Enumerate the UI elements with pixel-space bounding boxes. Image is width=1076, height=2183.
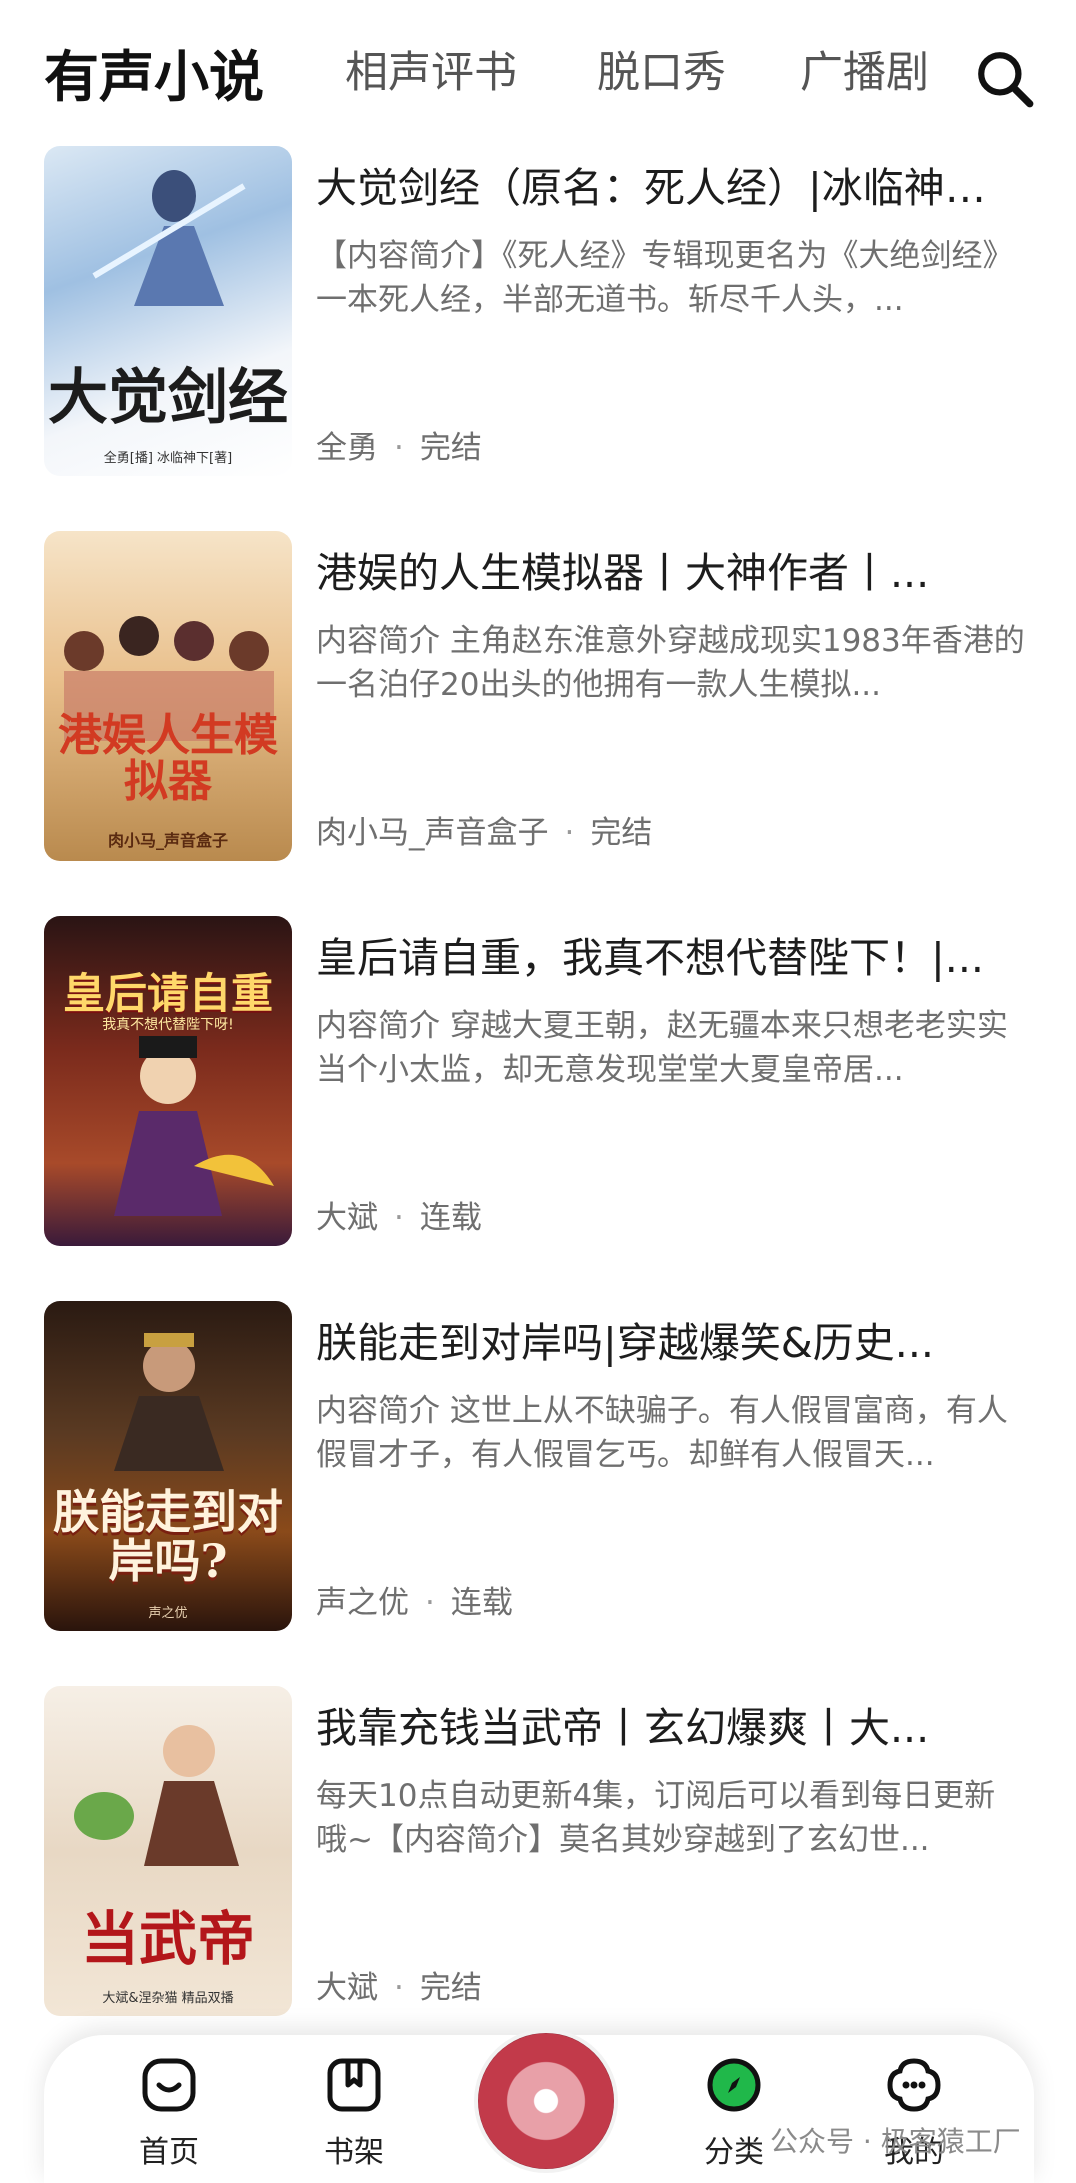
book-title[interactable]: 朕能走到对岸吗|穿越爆笑&历史... bbox=[316, 1309, 1026, 1369]
book-title[interactable]: 大觉剑经（原名：死人经）|冰临神下著|... bbox=[316, 154, 1026, 214]
book-narrator: 大斌 bbox=[316, 1200, 378, 1236]
book-status: 完结 bbox=[590, 815, 653, 851]
tab-audio-novel[interactable]: 有声小说 bbox=[44, 32, 264, 112]
tab-talk-show[interactable]: 脱口秀 bbox=[597, 38, 726, 100]
cover-credit: 声之优 bbox=[148, 1606, 188, 1621]
book-cover[interactable]: 大觉剑经 全勇[播] 冰临神下[著] bbox=[44, 146, 292, 476]
nav-home-label: 首页 bbox=[139, 2135, 199, 2170]
book-status: 完结 bbox=[419, 430, 482, 466]
now-playing-disc[interactable] bbox=[474, 2029, 618, 2173]
cover-title: 港娱人生模拟器 bbox=[58, 709, 278, 807]
tab-crosstalk[interactable]: 相声评书 bbox=[345, 38, 517, 100]
bookshelf-icon bbox=[327, 2058, 381, 2112]
separator-dot: · bbox=[564, 815, 575, 851]
nav-shelf[interactable]: 书架 bbox=[294, 2055, 414, 2171]
book-status: 连载 bbox=[419, 1200, 482, 1236]
book-description: 【内容简介】《死人经》专辑现更名为《大绝剑经》一本死人经，半部无道书。斩尽千人头… bbox=[316, 238, 1014, 318]
book-status: 连载 bbox=[450, 1585, 513, 1621]
book-cover[interactable]: 港娱人生模拟器 肉小马_声音盒子 bbox=[44, 531, 292, 861]
book-meta: 肉小马_声音盒子 · 完结 bbox=[316, 807, 652, 852]
separator-dot: · bbox=[425, 1585, 435, 1621]
separator-dot: · bbox=[394, 430, 404, 466]
cover-title: 朕能走到对岸吗? bbox=[53, 1485, 283, 1588]
cover-title: 大觉剑经 bbox=[48, 363, 288, 433]
book-description: 内容简介 主角赵东淮意外穿越成现实1983年香港的一名泊仔20出头的他拥有一款人… bbox=[316, 623, 1025, 703]
book-narrator: 声之优 bbox=[316, 1585, 409, 1621]
book-status: 完结 bbox=[419, 1970, 482, 2006]
book-cover[interactable]: 当武帝 大斌&涅杂猫 精品双播 bbox=[44, 1686, 292, 2016]
profile-icon bbox=[887, 2058, 941, 2112]
search-icon[interactable] bbox=[974, 48, 1036, 110]
watermark-text: 公众号 · 极客猿工厂 bbox=[770, 2125, 1021, 2158]
book-meta: 大斌 · 完结 bbox=[316, 1962, 482, 2007]
book-description: 每天10点自动更新4集，订阅后可以看到每日更新哦~【内容简介】莫名其妙穿越到了玄… bbox=[316, 1778, 996, 1858]
book-title[interactable]: 皇后请自重，我真不想代替陛下！|... bbox=[316, 924, 1026, 984]
book-item[interactable]: 大觉剑经 全勇[播] 冰临神下[著] 大觉剑经（原名：死人经）|冰临神下著|..… bbox=[0, 140, 1076, 525]
cover-title: 皇后请自重 bbox=[62, 968, 273, 1018]
book-item[interactable]: 当武帝 大斌&涅杂猫 精品双播 我靠充钱当武帝丨玄幻爆爽丨大... 每天10点自… bbox=[0, 1680, 1076, 2065]
separator-dot: · bbox=[394, 1200, 404, 1236]
home-icon bbox=[142, 2058, 196, 2112]
book-description: 内容简介 穿越大夏王朝，赵无疆本来只想老老实实当个小太监，却无意发现堂堂大夏皇帝… bbox=[316, 1008, 1008, 1088]
cover-credit: 大斌&涅杂猫 精品双播 bbox=[102, 1991, 234, 2006]
book-meta: 大斌 · 连载 bbox=[316, 1192, 482, 1237]
book-cover[interactable]: 朕能走到对岸吗? 声之优 bbox=[44, 1301, 292, 1631]
cover-title: 当武帝 bbox=[80, 1905, 255, 1974]
top-tab-bar: 有声小说 相声评书 脱口秀 广播剧 bbox=[0, 0, 1076, 140]
nav-home[interactable]: 首页 bbox=[109, 2055, 229, 2171]
book-title[interactable]: 我靠充钱当武帝丨玄幻爆爽丨大... bbox=[316, 1694, 1026, 1754]
cover-credit: 全勇[播] 冰临神下[著] bbox=[103, 451, 233, 466]
book-narrator: 肉小马_声音盒子 bbox=[316, 815, 549, 851]
book-title[interactable]: 港娱的人生模拟器丨大神作者丨... bbox=[316, 539, 1026, 599]
book-item[interactable]: 朕能走到对岸吗? 声之优 朕能走到对岸吗|穿越爆笑&历史... 内容简介 这世上… bbox=[0, 1295, 1076, 1680]
book-description: 内容简介 这世上从不缺骗子。有人假冒富商，有人假冒才子，有人假冒乞丐。却鲜有人假… bbox=[316, 1393, 1008, 1473]
book-meta: 全勇 · 完结 bbox=[316, 422, 482, 467]
book-meta: 声之优 · 连载 bbox=[316, 1577, 513, 1622]
cover-credit: 我真不想代替陛下呀! bbox=[102, 1017, 234, 1033]
book-item[interactable]: 港娱人生模拟器 肉小马_声音盒子 港娱的人生模拟器丨大神作者丨... 内容简介 … bbox=[0, 525, 1076, 910]
separator-dot: · bbox=[394, 1970, 404, 2006]
cover-credit: 肉小马_声音盒子 bbox=[107, 831, 228, 850]
compass-icon bbox=[707, 2058, 761, 2112]
bottom-nav-bar: 首页 书架 分类 我的 bbox=[44, 2029, 1034, 2183]
nav-shelf-label: 书架 bbox=[324, 2135, 384, 2170]
book-item[interactable]: 皇后请自重 我真不想代替陛下呀! 皇后请自重，我真不想代替陛下！|... 内容简… bbox=[0, 910, 1076, 1295]
book-cover[interactable]: 皇后请自重 我真不想代替陛下呀! bbox=[44, 916, 292, 1246]
book-narrator: 大斌 bbox=[316, 1970, 378, 2006]
book-narrator: 全勇 bbox=[316, 430, 378, 466]
tab-radio-drama[interactable]: 广播剧 bbox=[800, 38, 929, 100]
